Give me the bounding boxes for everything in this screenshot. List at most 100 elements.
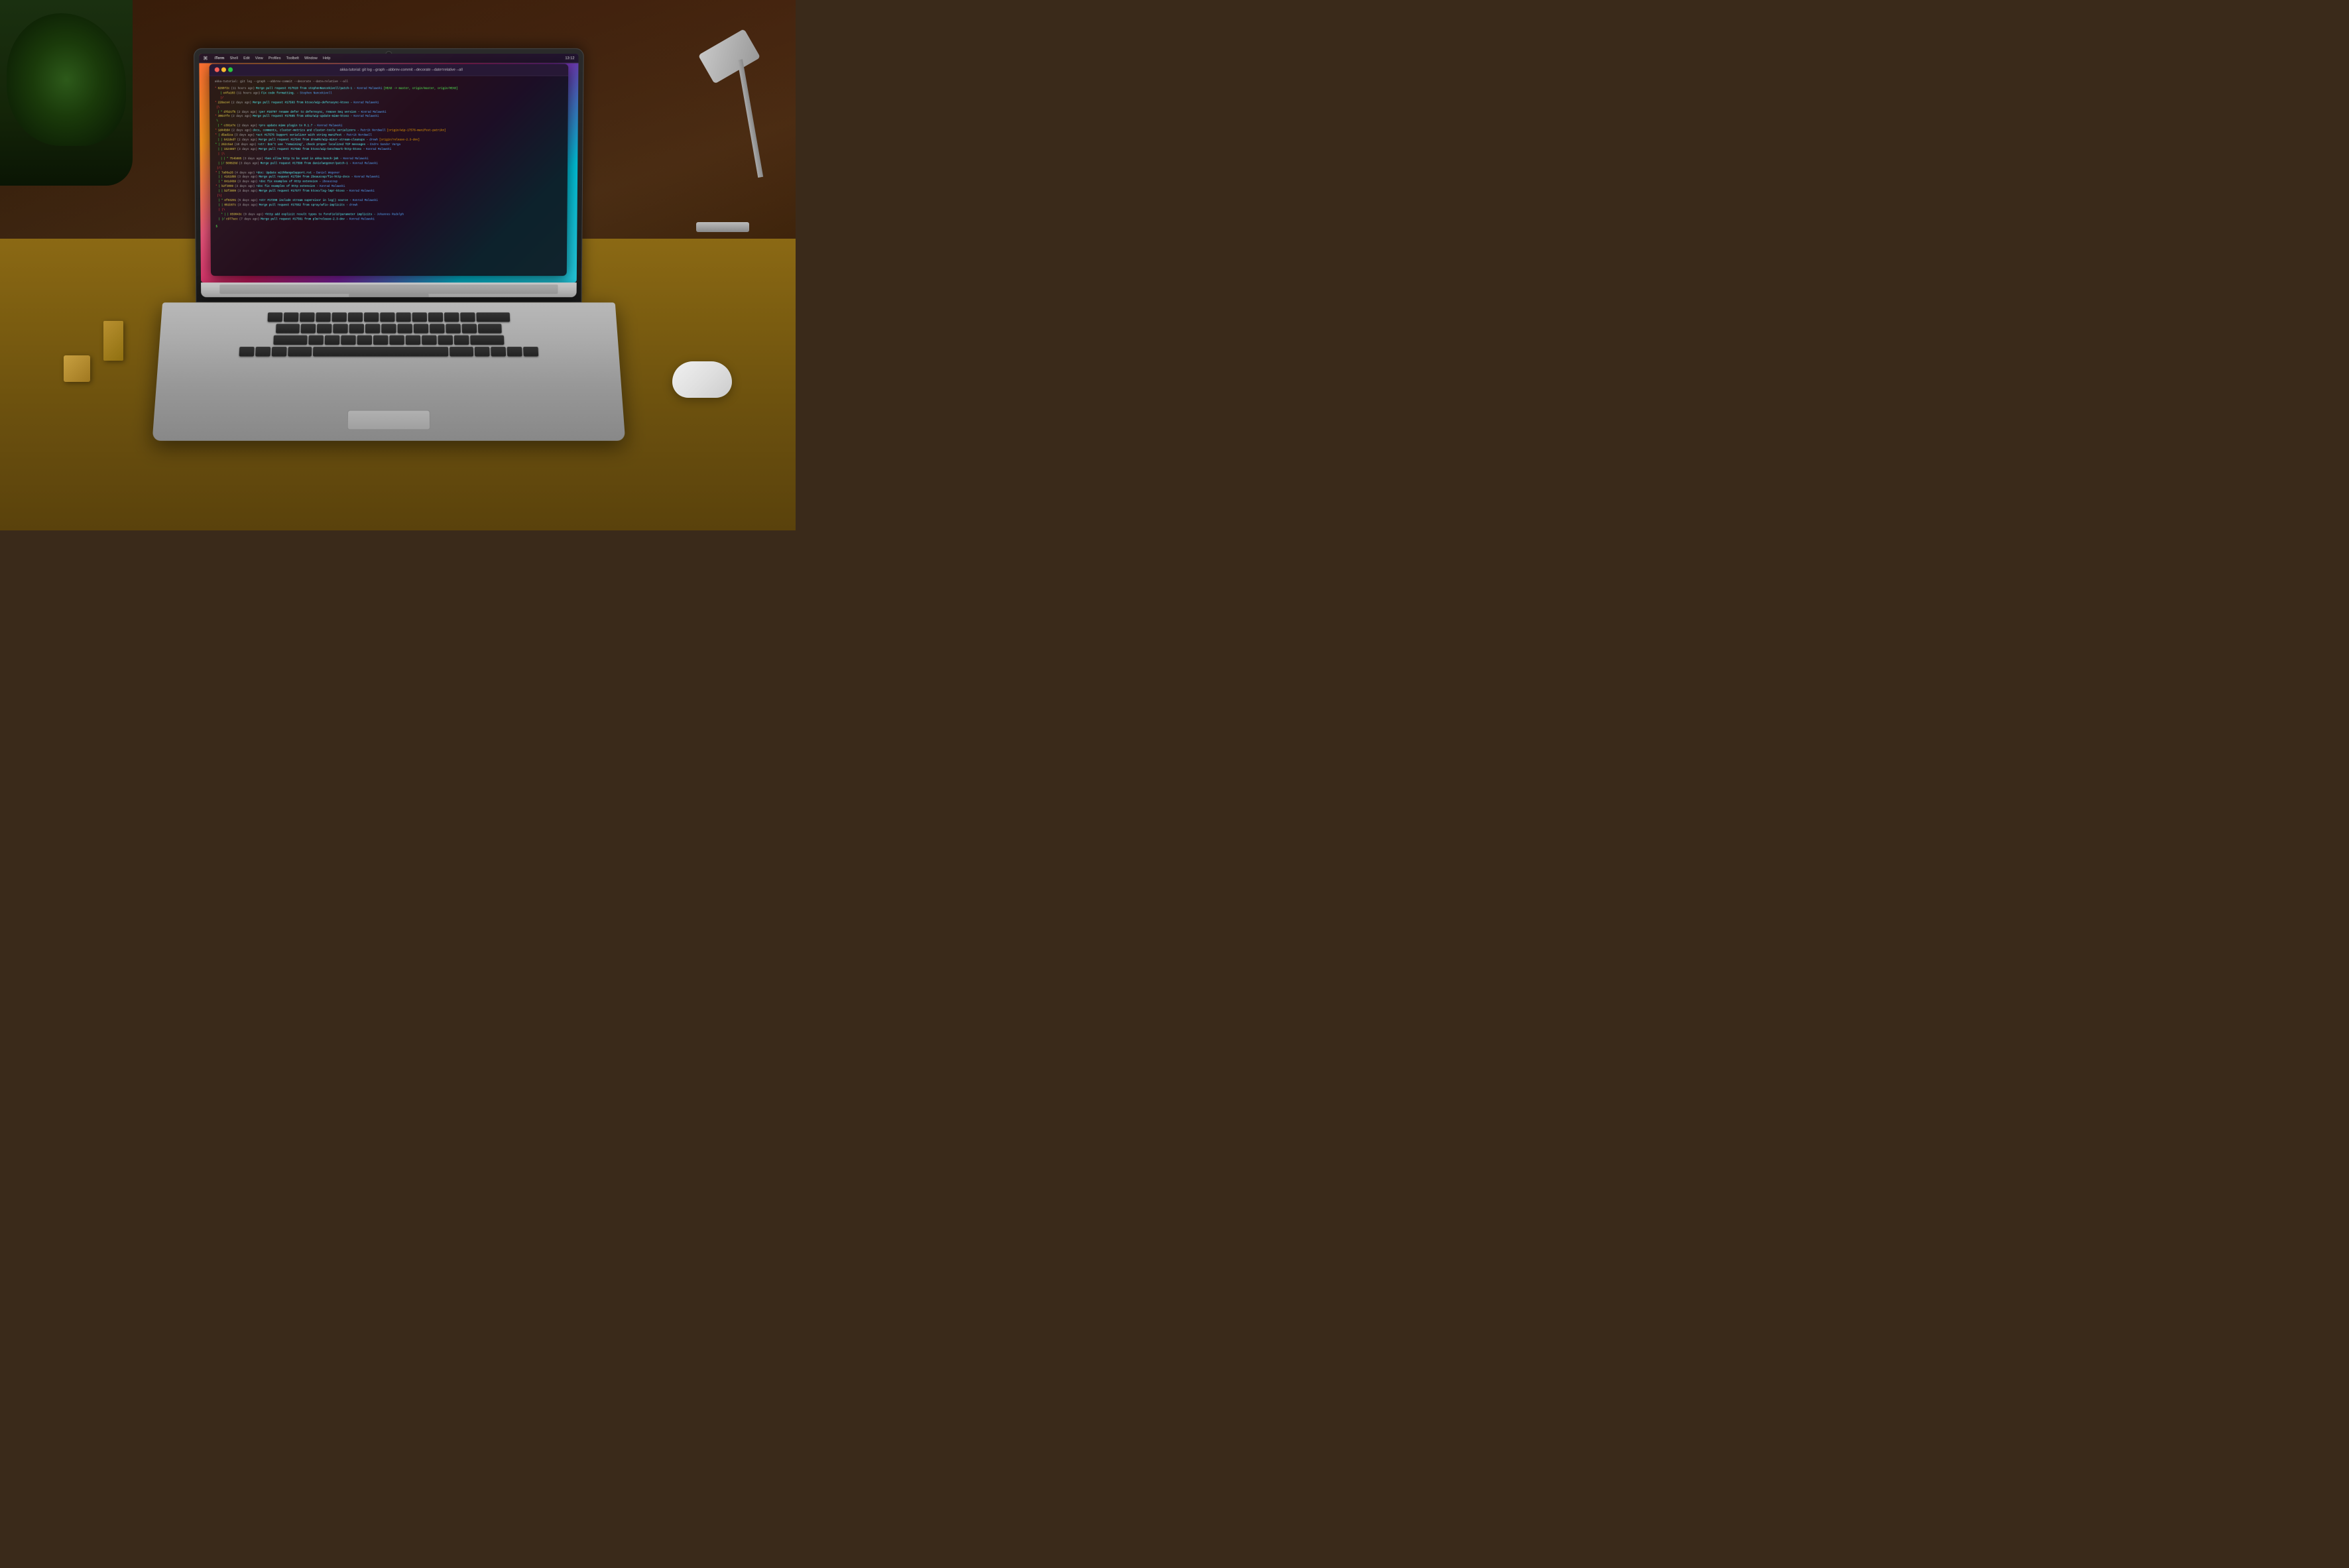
git-log-line-8: \ — [215, 120, 562, 125]
key[interactable] — [365, 324, 380, 333]
key[interactable] — [412, 312, 427, 322]
terminal-prompt[interactable]: $ — [216, 225, 562, 229]
menubar-right: 13:12 — [565, 56, 574, 60]
key[interactable] — [373, 335, 388, 345]
key-left[interactable] — [491, 347, 506, 356]
key[interactable] — [406, 335, 420, 345]
key-row-4 — [186, 347, 592, 356]
key-caps[interactable] — [273, 335, 307, 345]
key[interactable] — [460, 312, 475, 322]
git-log-line-10: * 1d44b84 (2 days ago) docs, comments, c… — [215, 129, 562, 134]
key[interactable] — [348, 312, 363, 322]
key[interactable] — [398, 324, 412, 333]
scene: ⌘ iTerm Shell Edit View Profiles Toolbel… — [0, 0, 796, 530]
laptop-keyboard[interactable] — [182, 312, 595, 405]
key[interactable] — [341, 335, 356, 345]
key[interactable] — [380, 312, 394, 322]
window-menu[interactable]: Window — [304, 56, 318, 60]
key[interactable] — [396, 312, 410, 322]
laptop-screen-wrapper: ⌘ iTerm Shell Edit View Profiles Toolbel… — [194, 48, 584, 302]
desk-lamp — [676, 20, 756, 232]
git-log-line-26: | | 051b57c (3 days ago) Merge pull requ… — [215, 204, 562, 208]
git-log-line-28: * | | 859043c (9 days ago) +http add exp… — [215, 213, 562, 217]
minimize-button[interactable] — [221, 68, 226, 72]
key[interactable] — [462, 324, 477, 333]
help-menu[interactable]: Help — [323, 56, 330, 60]
git-log-line-6: | * d7b2cf5 (2 days ago) !per #16797 ren… — [215, 110, 562, 115]
key-shift-r[interactable] — [470, 335, 504, 345]
laptop-screen: ⌘ iTerm Shell Edit View Profiles Toolbel… — [199, 54, 578, 282]
key-alt-r[interactable] — [475, 347, 490, 356]
lamp-head — [698, 29, 760, 84]
maximize-button[interactable] — [228, 68, 233, 72]
terminal-content[interactable]: akka-tutorial: git log --graph --abbrev-… — [210, 76, 568, 233]
git-log-line-13: * | 262c5a4 (10 days ago) +str: Don't us… — [215, 143, 563, 148]
key[interactable] — [381, 324, 396, 333]
key-ctrl[interactable] — [255, 347, 271, 356]
key[interactable] — [316, 312, 330, 322]
key[interactable] — [364, 312, 379, 322]
key-enter[interactable] — [478, 324, 502, 333]
git-log-line-4: * 228ace4 (2 days ago) Merge pull reques… — [215, 101, 563, 105]
key[interactable] — [422, 335, 437, 345]
key[interactable] — [300, 312, 315, 322]
key-space[interactable] — [313, 347, 448, 356]
toolbelt-menu[interactable]: Toolbelt — [286, 56, 299, 60]
key[interactable] — [438, 335, 453, 345]
iterm-terminal[interactable]: akka-tutorial: git log --graph --abbrev-… — [210, 64, 569, 276]
key[interactable] — [454, 335, 469, 345]
key[interactable] — [325, 335, 340, 345]
key[interactable] — [349, 324, 364, 333]
git-log-line-23: | | b2f3899 (3 days ago) Merge pull requ… — [215, 190, 562, 194]
key-right[interactable] — [523, 347, 538, 356]
shell-menu[interactable]: Shell — [230, 56, 238, 60]
git-log-line-5: |\ — [215, 105, 562, 110]
key-fn[interactable] — [239, 347, 255, 356]
app-name-menu[interactable]: iTerm — [215, 56, 225, 60]
git-log-line-2: | e4fa103 (11 hours ago) Fix code format… — [215, 91, 563, 96]
key-cmd[interactable] — [288, 347, 312, 356]
key[interactable] — [308, 335, 324, 345]
lamp-base — [696, 222, 749, 232]
key-up[interactable] — [507, 347, 522, 356]
git-log-line-20: | | 4182d88 (3 days ago) Merge pull requ… — [215, 176, 562, 180]
key[interactable] — [332, 312, 347, 322]
apple-menu-icon[interactable]: ⌘ — [203, 56, 208, 61]
wood-block-1 — [64, 355, 90, 382]
command-line: akka-tutorial: git log --graph --abbrev-… — [215, 80, 563, 85]
key[interactable] — [268, 312, 283, 322]
edit-menu[interactable]: Edit — [243, 56, 250, 60]
view-menu[interactable]: View — [255, 56, 263, 60]
git-log-line-1: * 826072c (11 hours ago) Merge pull requ… — [215, 87, 563, 91]
git-log-line-25: | * ef93291 (5 days ago) +str #17298 inc… — [215, 199, 562, 204]
key[interactable] — [357, 335, 372, 345]
keyboard-strip — [219, 284, 558, 294]
close-button[interactable] — [215, 68, 219, 72]
git-log-line-9: | * c391e7e (2 days ago) +pro update mim… — [215, 125, 562, 129]
key[interactable] — [317, 324, 332, 333]
key[interactable] — [284, 312, 299, 322]
key-delete[interactable] — [476, 312, 510, 322]
git-log-line-3: |/ — [215, 96, 563, 101]
macos-menubar: ⌘ iTerm Shell Edit View Profiles Toolbel… — [199, 54, 578, 63]
trackpad[interactable] — [347, 410, 431, 430]
apple-magic-mouse — [672, 361, 732, 398]
key[interactable] — [333, 324, 347, 333]
key[interactable] — [428, 312, 443, 322]
key-tab[interactable] — [276, 324, 300, 333]
profiles-menu[interactable]: Profiles — [269, 56, 281, 60]
key-alt[interactable] — [272, 347, 287, 356]
key[interactable] — [444, 312, 459, 322]
git-log-line-21: | * 041d4b9 (3 days ago) +doc fix exampl… — [215, 180, 562, 185]
git-log-line-12: | | 642ded7 (2 days ago) Merge pull requ… — [215, 139, 563, 143]
git-log-line-15: | |\ — [215, 152, 562, 157]
key[interactable] — [389, 335, 404, 345]
lamp-arm — [737, 59, 763, 178]
key[interactable] — [430, 324, 444, 333]
key[interactable] — [446, 324, 461, 333]
key-cmd-r[interactable] — [450, 347, 473, 356]
key[interactable] — [414, 324, 428, 333]
git-log-line-18: |/| — [215, 166, 562, 171]
key[interactable] — [301, 324, 316, 333]
terminal-title: akka-tutorial: git log --graph --abbrev-… — [239, 68, 563, 72]
